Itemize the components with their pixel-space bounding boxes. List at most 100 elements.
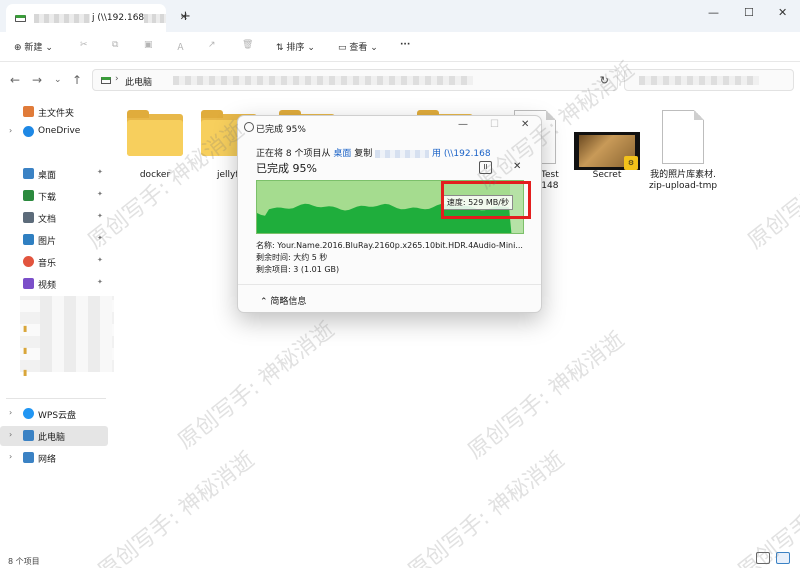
sidebar-item-pictures[interactable]: 图片 ✦ (0, 230, 108, 250)
pin-icon: ✦ (97, 234, 103, 242)
music-icon (23, 256, 34, 267)
pause-button[interactable]: II (479, 161, 492, 174)
item-name: Secret (592, 170, 622, 180)
fewer-details-toggle[interactable]: ⌃ 简略信息 (260, 294, 306, 307)
cancel-copy-button[interactable]: ✕ (513, 161, 521, 172)
dialog-minimize-button[interactable]: — (458, 119, 468, 130)
navigation-bar: ← → ⌄ ↑ › 此电脑 ↻ (0, 62, 800, 98)
time-remaining-row: 剩余时间: 大约 5 秒 (256, 252, 327, 263)
sidebar-item-videos[interactable]: 视频 ✦ (0, 274, 108, 294)
items-remaining-label: 剩余项目: (256, 265, 294, 274)
copy-button[interactable]: ⧉ (112, 40, 118, 50)
document-icon (23, 212, 34, 223)
back-button[interactable]: ← (10, 73, 20, 87)
sidebar-item-desktop[interactable]: 桌面 ✦ (0, 164, 108, 184)
minimize-button[interactable]: — (708, 6, 719, 19)
recent-locations-button[interactable]: ⌄ (54, 75, 62, 85)
address-bar[interactable]: › 此电脑 ↻ (92, 69, 618, 91)
rename-button[interactable]: Ａ (176, 40, 185, 53)
time-remaining-value: 大约 5 秒 (293, 253, 328, 262)
delete-button[interactable]: 🗑 (242, 40, 253, 50)
copy-icon: ⧉ (112, 40, 119, 50)
watermark: 原创写手: 神秘消逝 (463, 327, 630, 465)
redacted-text (34, 14, 90, 23)
close-window-button[interactable]: ✕ (778, 6, 787, 19)
dialog-close-button[interactable]: ✕ (521, 119, 529, 130)
pin-icon: ✦ (97, 278, 103, 286)
sidebar-item-this-pc[interactable]: › 此电脑 (0, 426, 108, 446)
fewer-details-label: 简略信息 (270, 297, 307, 307)
breadcrumb-this-pc[interactable]: 此电脑 (125, 75, 152, 88)
desc-mid: 复制 (351, 149, 373, 159)
sidebar-item-label: 文档 (38, 215, 57, 225)
more-options-button[interactable]: ··· (400, 40, 410, 50)
network-drive-icon (15, 15, 26, 22)
sidebar-item-label: 此电脑 (38, 433, 66, 443)
item-name: 我的照片库素材. zip-upload-tmp (648, 170, 718, 192)
cut-button[interactable]: ✂ (80, 40, 88, 50)
up-button[interactable]: ↑ (72, 73, 82, 87)
file-name-row: 名称: Your.Name.2016.BluRay.2160p.x265.10b… (256, 240, 523, 251)
expand-chevron-icon[interactable]: › (9, 126, 12, 135)
view-label: 查看 (349, 43, 368, 53)
share-button[interactable]: ↗ (208, 40, 216, 50)
this-pc-icon (101, 77, 111, 84)
details-view-button[interactable] (756, 552, 770, 564)
copy-description: 正在将 8 个项目从 桌面 复制 用 (\\192.168 (256, 146, 491, 159)
expand-chevron-icon[interactable]: › (9, 452, 12, 461)
source-link[interactable]: 桌面 (333, 149, 351, 159)
active-tab[interactable]: j (\\192.168 ✕ (6, 4, 188, 32)
sidebar-item-downloads[interactable]: 下载 ✦ (0, 186, 108, 206)
desc-prefix: 正在将 8 个项目从 (256, 149, 334, 159)
divider (238, 284, 541, 285)
new-tab-button[interactable]: + (180, 9, 191, 24)
sidebar-item-home[interactable]: 主文件夹 (0, 102, 108, 122)
sort-icon: ⇅ (276, 43, 284, 53)
breadcrumb-chevron-icon: › (115, 74, 119, 84)
watermark: 原创写手: 神秘消逝 (403, 447, 570, 568)
copy-progress-icon (244, 122, 254, 132)
sidebar-item-documents[interactable]: 文档 ✦ (0, 208, 108, 228)
navigation-pane: 主文件夹 › OneDrive 桌面 ✦ 下载 ✦ 文档 ✦ 图片 ✦ 音乐 ✦… (0, 98, 114, 550)
sidebar-item-label: 音乐 (38, 259, 57, 269)
plus-circle-icon: ⊕ (14, 43, 22, 53)
sidebar-item-wps-cloud[interactable]: › WPS云盘 (0, 404, 108, 424)
chevron-down-icon: ⌄ (307, 43, 315, 53)
watermark: 原创写手: 神秘消逝 (743, 118, 800, 255)
view-button[interactable]: ▭ 查看 ⌄ (338, 40, 378, 53)
forward-button[interactable]: → (32, 73, 42, 87)
sidebar-item-network[interactable]: › 网络 (0, 448, 108, 468)
new-button-label: 新建 (24, 43, 43, 53)
folder-icon: ▮ (23, 346, 28, 355)
new-button[interactable]: ⊕ 新建 ⌄ (14, 40, 53, 53)
expand-chevron-icon[interactable]: › (9, 408, 12, 417)
redacted-text (375, 149, 430, 158)
maximize-button[interactable]: ☐ (744, 6, 754, 19)
refresh-icon[interactable]: ↻ (600, 74, 609, 87)
large-icons-view-button[interactable] (776, 552, 790, 564)
chevron-up-icon: ⌃ (260, 297, 268, 307)
folder-icon: ▮ (23, 368, 28, 377)
paste-button[interactable]: ▣ (144, 40, 153, 50)
items-remaining-row: 剩余项目: 3 (1.01 GB) (256, 264, 339, 275)
sidebar-item-label: 图片 (38, 237, 57, 247)
home-icon (23, 106, 34, 117)
sidebar-item-label: OneDrive (38, 126, 81, 136)
pin-icon: ✦ (97, 212, 103, 220)
sidebar-item-music[interactable]: 音乐 ✦ (0, 252, 108, 272)
expand-chevron-icon[interactable]: › (9, 430, 12, 439)
name-value: Your.Name.2016.BluRay.2160p.x265.10bit.H… (277, 241, 523, 250)
time-remaining-label: 剩余时间: (256, 253, 294, 262)
view-icon: ▭ (338, 43, 347, 53)
sort-label: 排序 (286, 43, 305, 53)
destination-link[interactable]: 用 (\\192.168 (432, 149, 491, 159)
command-bar: ⊕ 新建 ⌄ ✂ ⧉ ▣ Ａ ↗ 🗑 ⇅ 排序 ⌄ ▭ 查看 ⌄ ··· (0, 32, 800, 62)
sort-button[interactable]: ⇅ 排序 ⌄ (276, 40, 315, 53)
sidebar-item-onedrive[interactable]: › OneDrive (0, 122, 108, 142)
trash-icon: 🗑 (242, 40, 254, 50)
pin-icon: ✦ (97, 168, 103, 176)
network-icon (23, 452, 34, 463)
items-remaining-value: 3 (1.01 GB) (293, 265, 340, 274)
search-input[interactable] (624, 69, 794, 91)
name-label: 名称: (256, 241, 278, 250)
